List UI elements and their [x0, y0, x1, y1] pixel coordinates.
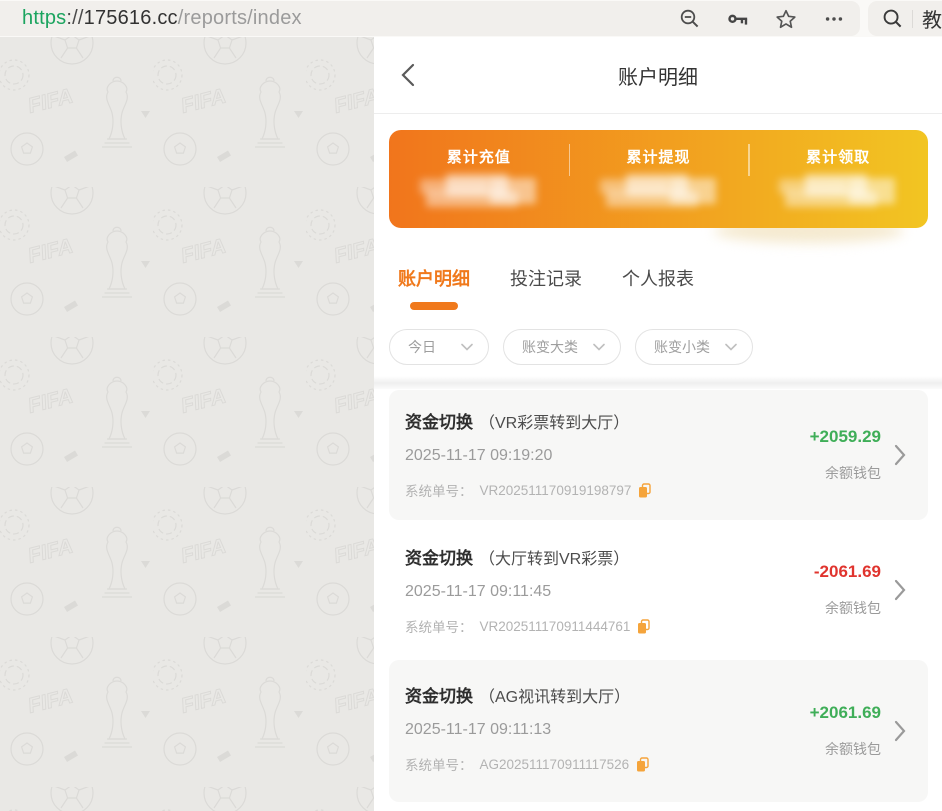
summary-claim-value-blurred — [777, 174, 899, 210]
summary-claim-label: 累计领取 — [806, 146, 870, 167]
tab-label: 个人报表 — [622, 269, 694, 289]
transaction-type: 资金切换 — [405, 549, 473, 568]
tab-label: 投注记录 — [510, 269, 582, 289]
filter-minor-category-dropdown[interactable]: 账变小类 — [635, 329, 753, 365]
transaction-list: 资金切换（VR彩票转到大厅） 2025-11-17 09:19:20 系统单号：… — [374, 390, 942, 802]
transaction-wallet: 余额钱包 — [825, 598, 881, 618]
summary-deposit-value-blurred — [418, 174, 540, 210]
page-title: 账户明细 — [374, 37, 942, 113]
filter-major-category-label: 账变大类 — [522, 337, 578, 357]
copy-icon[interactable] — [638, 483, 651, 498]
chevron-right-icon — [894, 444, 906, 466]
chevron-right-icon — [894, 579, 906, 601]
chevron-down-icon — [725, 343, 737, 351]
fifa-pattern-svg: FIFA — [0, 37, 374, 811]
chevron-down-icon — [593, 343, 605, 351]
active-tab-underline — [410, 302, 458, 310]
filter-bar: 今日 账变大类 账变小类 — [389, 329, 753, 365]
filter-minor-category-label: 账变小类 — [654, 337, 710, 357]
tab-bet-records[interactable]: 投注记录 — [510, 267, 582, 310]
page-header: 账户明细 — [374, 37, 942, 114]
address-bar[interactable]: https://175616.cc/reports/index — [0, 1, 860, 36]
browser-search-box[interactable]: 教 — [868, 1, 942, 36]
order-number: VR202511170919198797 — [480, 483, 632, 498]
copy-icon[interactable] — [636, 757, 649, 772]
transaction-amount-block: -2061.69 余额钱包 — [814, 520, 881, 660]
filter-major-category-dropdown[interactable]: 账变大类 — [503, 329, 621, 365]
transaction-detail: （VR彩票转到大厅） — [479, 415, 629, 432]
url-separator: :// — [66, 7, 83, 29]
order-prefix: 系统单号： — [405, 754, 473, 774]
transaction-detail: （大厅转到VR彩票） — [479, 551, 629, 568]
browser-topbar: https://175616.cc/reports/index — [0, 0, 942, 37]
summary-claim: 累计领取 — [748, 130, 928, 228]
summary-deposit: 累计充值 — [389, 130, 569, 228]
summary-withdraw-label: 累计提现 — [627, 146, 691, 167]
transaction-type: 资金切换 — [405, 413, 473, 432]
order-prefix: 系统单号： — [405, 480, 473, 500]
tab-personal-report[interactable]: 个人报表 — [622, 267, 694, 310]
star-icon[interactable] — [775, 8, 797, 30]
chevron-right-icon — [894, 720, 906, 742]
tab-label: 账户明细 — [398, 269, 470, 289]
transaction-amount: -2061.69 — [814, 562, 881, 582]
copy-icon[interactable] — [637, 619, 650, 634]
url-path: /reports/index — [178, 7, 302, 29]
url-text: https://175616.cc/reports/index — [22, 7, 302, 30]
summary-withdraw-value-blurred — [598, 174, 720, 210]
transaction-amount-block: +2059.29 余额钱包 — [810, 390, 881, 520]
transaction-amount: +2059.29 — [810, 427, 881, 447]
tab-bar: 账户明细 投注记录 个人报表 — [398, 267, 694, 310]
transaction-detail: （AG视讯转到大厅） — [479, 689, 630, 706]
tab-account-detail[interactable]: 账户明细 — [398, 267, 470, 310]
search-icon — [882, 8, 903, 29]
summary-card: 累计充值 累计提现 累计领取 — [389, 130, 928, 228]
transaction-row[interactable]: 资金切换（VR彩票转到大厅） 2025-11-17 09:19:20 系统单号：… — [389, 390, 928, 520]
address-toolbar — [679, 1, 845, 36]
order-number: AG202511170911117526 — [480, 757, 630, 772]
transaction-amount: +2061.69 — [810, 703, 881, 723]
summary-withdraw: 累计提现 — [569, 130, 749, 228]
filter-date-label: 今日 — [408, 337, 436, 357]
url-scheme: https — [22, 7, 66, 29]
order-number: VR202511170911444761 — [480, 619, 631, 634]
list-top-shadow — [374, 376, 942, 389]
transaction-type: 资金切换 — [405, 687, 473, 706]
zoom-out-icon[interactable] — [679, 8, 701, 30]
background-watermark-pattern: FIFA — [0, 37, 374, 811]
chevron-down-icon — [461, 343, 473, 351]
key-icon[interactable] — [727, 8, 749, 30]
transaction-wallet: 余额钱包 — [825, 463, 881, 483]
order-prefix: 系统单号： — [405, 616, 473, 636]
ellipsis-icon[interactable] — [823, 8, 845, 30]
account-detail-panel: 账户明细 累计充值 累计提现 累计领取 账户明细 投注记录 个人报表 — [374, 37, 942, 811]
transaction-row[interactable]: 资金切换（AG视讯转到大厅） 2025-11-17 09:11:13 系统单号：… — [389, 660, 928, 802]
transaction-amount-block: +2061.69 余额钱包 — [810, 660, 881, 802]
url-host: 175616.cc — [84, 7, 178, 29]
transaction-wallet: 余额钱包 — [825, 739, 881, 759]
search-cursor-divider — [912, 10, 913, 28]
transaction-row[interactable]: 资金切换（大厅转到VR彩票） 2025-11-17 09:11:45 系统单号：… — [389, 520, 928, 660]
search-query-text: 教 — [922, 4, 942, 33]
filter-date-dropdown[interactable]: 今日 — [389, 329, 489, 365]
summary-deposit-label: 累计充值 — [447, 146, 511, 167]
